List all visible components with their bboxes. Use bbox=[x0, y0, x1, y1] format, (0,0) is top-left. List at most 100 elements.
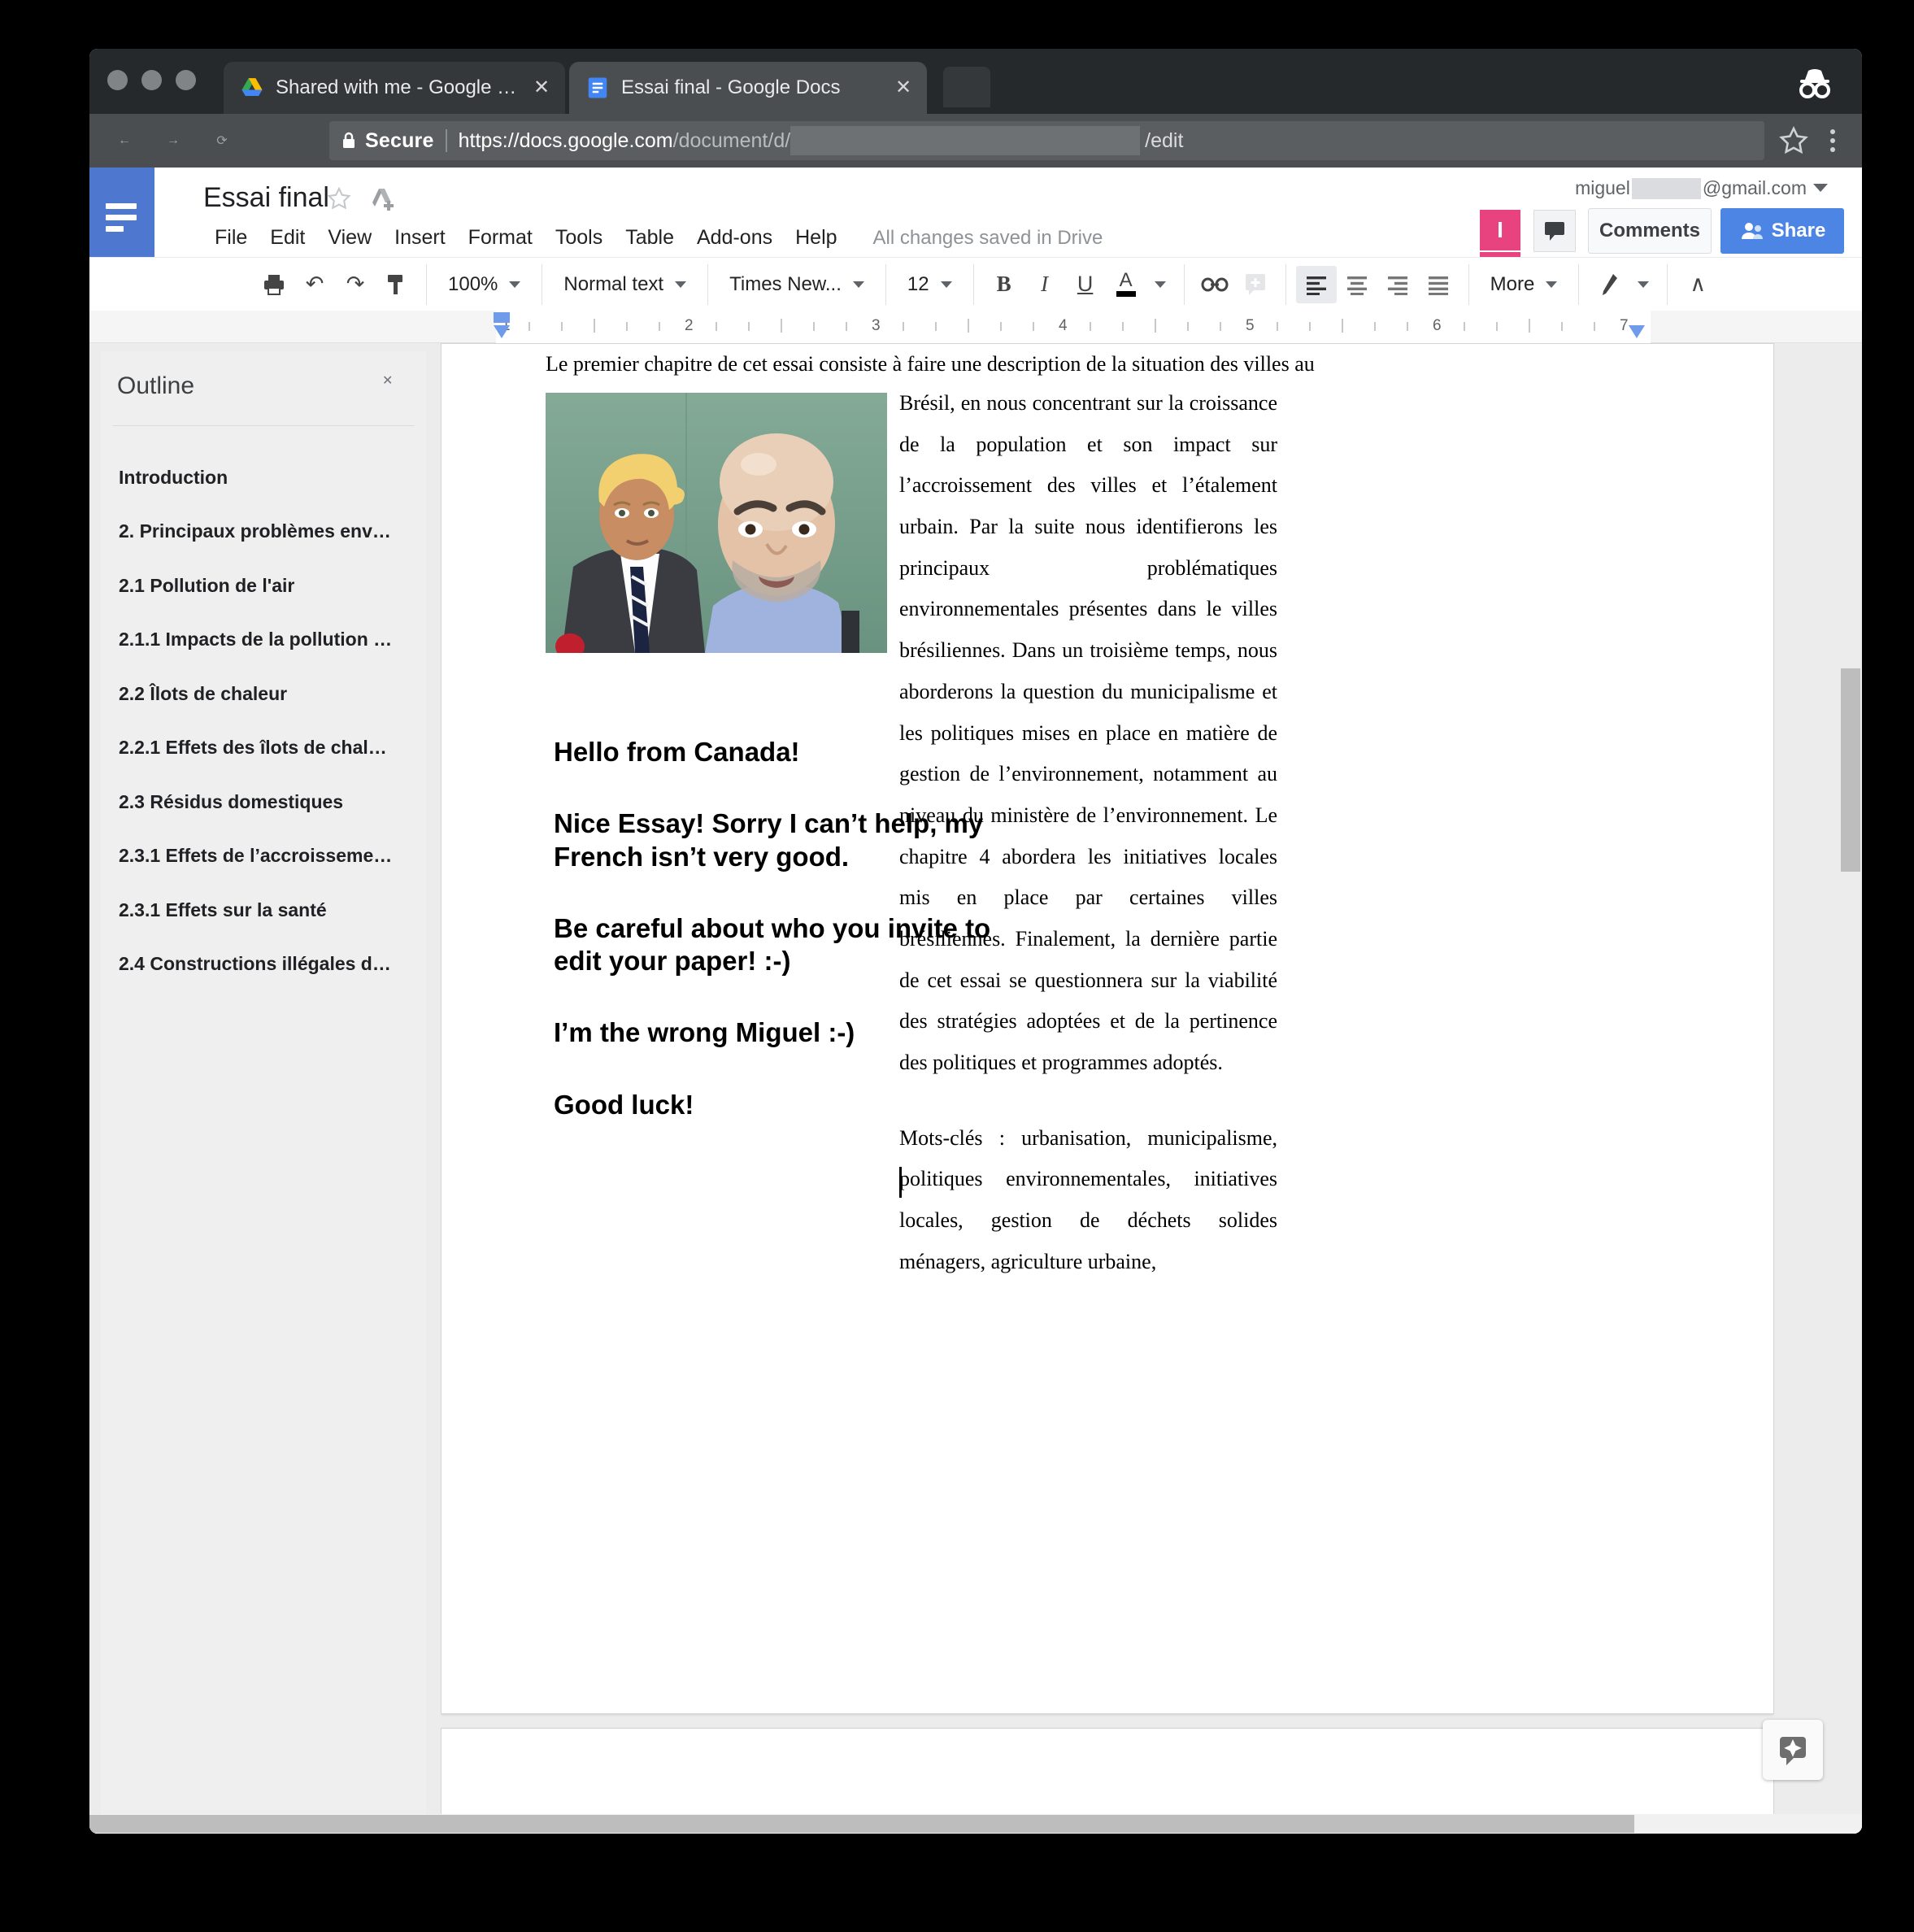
menu-table[interactable]: Table bbox=[614, 223, 685, 253]
left-indent-marker[interactable] bbox=[494, 312, 510, 338]
forward-button[interactable]: → bbox=[154, 122, 192, 159]
outline-item-2-3-1-b[interactable]: 2.3.1 Effets sur la santé bbox=[101, 883, 426, 937]
menu-insert[interactable]: Insert bbox=[383, 223, 457, 253]
share-button[interactable]: Share bbox=[1720, 208, 1844, 254]
outline-title: Outline bbox=[117, 372, 195, 399]
outline-item-introduction[interactable]: Introduction bbox=[101, 450, 426, 504]
vertical-scrollbar-thumb[interactable] bbox=[1841, 668, 1860, 872]
menu-add-ons[interactable]: Add-ons bbox=[685, 223, 784, 253]
align-center-button[interactable] bbox=[1337, 266, 1377, 303]
tab-close-icon[interactable]: ✕ bbox=[893, 77, 914, 98]
align-justify-icon bbox=[1428, 276, 1448, 295]
font-size-select[interactable]: 12 bbox=[896, 273, 964, 296]
browser-tab-docs[interactable]: Essai final - Google Docs ✕ bbox=[569, 62, 927, 114]
ruler-number: 6 bbox=[1433, 317, 1442, 334]
ruler-page-area: 1 2 3 4 5 6 7 bbox=[496, 311, 1651, 343]
horizontal-scrollbar-thumb[interactable] bbox=[89, 1815, 1634, 1833]
more-options-button[interactable]: More bbox=[1479, 273, 1569, 296]
ruler-number: 4 bbox=[1059, 317, 1068, 334]
comment-history-icon[interactable] bbox=[1533, 210, 1576, 252]
vertical-scrollbar[interactable] bbox=[1839, 343, 1862, 1834]
url-origin: https://docs.google.com bbox=[458, 128, 673, 152]
insert-link-button[interactable] bbox=[1194, 266, 1235, 303]
align-right-icon bbox=[1387, 276, 1407, 295]
url-path: /document/d/ bbox=[672, 128, 791, 152]
url-redaction-block bbox=[790, 126, 1141, 155]
browser-menu-icon[interactable] bbox=[1816, 123, 1849, 159]
right-indent-marker[interactable] bbox=[1629, 325, 1645, 338]
docs-toolbar: ↶ ↷ 100% Normal text Times New... 12 B I… bbox=[89, 257, 1862, 311]
share-button-label: Share bbox=[1771, 220, 1826, 242]
address-bar[interactable]: Secure https://docs.google.com /document… bbox=[329, 121, 1764, 160]
close-outline-icon[interactable]: ✕ bbox=[382, 372, 410, 400]
toolbar-group-collapse: ∧ bbox=[1668, 264, 1728, 305]
outline-item-2-4[interactable]: 2.4 Constructions illégales d… bbox=[101, 937, 426, 990]
reload-button[interactable]: ⟳ bbox=[203, 122, 241, 159]
menu-edit[interactable]: Edit bbox=[259, 223, 316, 253]
font-size-value: 12 bbox=[907, 272, 929, 295]
redo-button[interactable]: ↷ bbox=[335, 266, 376, 303]
outline-item-2-1-1[interactable]: 2.1.1 Impacts de la pollution … bbox=[101, 612, 426, 666]
inserted-photo[interactable] bbox=[546, 393, 887, 653]
text-color-button[interactable]: A bbox=[1106, 266, 1146, 303]
account-dropdown-caret[interactable] bbox=[1813, 184, 1828, 192]
align-justify-button[interactable] bbox=[1418, 266, 1459, 303]
bookmark-star-icon[interactable] bbox=[1776, 123, 1812, 159]
toolbar-group-more: More bbox=[1469, 263, 1580, 305]
paint-format-button[interactable] bbox=[376, 266, 416, 303]
menu-view[interactable]: View bbox=[316, 223, 383, 253]
outline-item-2-2[interactable]: 2.2 Îlots de chaleur bbox=[101, 667, 426, 720]
minimize-window-button[interactable] bbox=[141, 70, 162, 90]
toolbar-group-style: Normal text bbox=[542, 263, 709, 305]
document-canvas[interactable]: Le premier chapitre de cet essai consist… bbox=[441, 343, 1774, 1834]
account-email-label[interactable]: miguel @gmail.com bbox=[1575, 177, 1807, 199]
italic-button[interactable]: I bbox=[1024, 266, 1065, 303]
undo-button[interactable]: ↶ bbox=[294, 266, 335, 303]
document-ruler[interactable]: 1 2 3 4 5 6 7 bbox=[89, 311, 1862, 343]
zoom-select[interactable]: 100% bbox=[437, 273, 532, 296]
hide-menus-button[interactable]: ∧ bbox=[1677, 266, 1718, 303]
outline-item-2-1[interactable]: 2.1 Pollution de l'air bbox=[101, 559, 426, 612]
horizontal-scrollbar[interactable] bbox=[89, 1814, 1862, 1834]
outline-item-2[interactable]: 2. Principaux problèmes env… bbox=[101, 504, 426, 558]
ruler-number: 7 bbox=[1620, 317, 1629, 334]
align-right-button[interactable] bbox=[1377, 266, 1418, 303]
editing-mode-dropdown[interactable] bbox=[1629, 266, 1657, 303]
underline-button[interactable]: U bbox=[1065, 266, 1106, 303]
outline-item-2-2-1[interactable]: 2.2.1 Effets des îlots de chal… bbox=[101, 720, 426, 774]
collaborator-initial: I bbox=[1497, 217, 1503, 242]
back-button[interactable]: ← bbox=[106, 122, 143, 159]
menu-tools[interactable]: Tools bbox=[544, 223, 614, 253]
star-document-icon[interactable] bbox=[325, 185, 353, 213]
add-comment-button[interactable] bbox=[1235, 266, 1276, 303]
text-color-dropdown[interactable] bbox=[1146, 266, 1174, 303]
toolbar-group-font: Times New... bbox=[708, 263, 886, 305]
account-email-prefix: miguel bbox=[1575, 177, 1630, 198]
new-tab-button[interactable] bbox=[943, 67, 990, 107]
browser-tab-drive[interactable]: Shared with me - Google Drive ✕ bbox=[224, 62, 565, 114]
font-family-select[interactable]: Times New... bbox=[718, 273, 876, 296]
editing-mode-button[interactable] bbox=[1589, 266, 1629, 303]
close-window-button[interactable] bbox=[107, 70, 128, 90]
chevron-down-icon bbox=[852, 281, 864, 288]
tab-close-icon[interactable]: ✕ bbox=[531, 77, 552, 98]
outline-item-2-3-1-a[interactable]: 2.3.1 Effets de l’accroisseme… bbox=[101, 829, 426, 882]
toolbar-group-zoom: 100% bbox=[427, 263, 543, 305]
google-drive-icon bbox=[241, 78, 263, 96]
comments-button[interactable]: Comments bbox=[1588, 208, 1712, 254]
menu-help[interactable]: Help bbox=[784, 223, 848, 253]
menu-file[interactable]: File bbox=[203, 223, 259, 253]
move-to-drive-icon[interactable] bbox=[370, 185, 398, 213]
maximize-window-button[interactable] bbox=[176, 70, 196, 90]
docs-home-logo[interactable] bbox=[89, 168, 154, 257]
collaborator-avatar[interactable]: I bbox=[1480, 210, 1520, 258]
explore-button[interactable] bbox=[1763, 1720, 1823, 1780]
print-button[interactable] bbox=[254, 266, 294, 303]
paragraph-style-select[interactable]: Normal text bbox=[552, 273, 698, 296]
document-page-1[interactable]: Le premier chapitre de cet essai consist… bbox=[441, 343, 1774, 1714]
align-left-button[interactable] bbox=[1295, 265, 1337, 303]
outline-item-2-3[interactable]: 2.3 Résidus domestiques bbox=[101, 775, 426, 829]
menu-format[interactable]: Format bbox=[457, 223, 544, 253]
document-title[interactable]: Essai final bbox=[203, 182, 329, 214]
bold-button[interactable]: B bbox=[984, 266, 1024, 303]
